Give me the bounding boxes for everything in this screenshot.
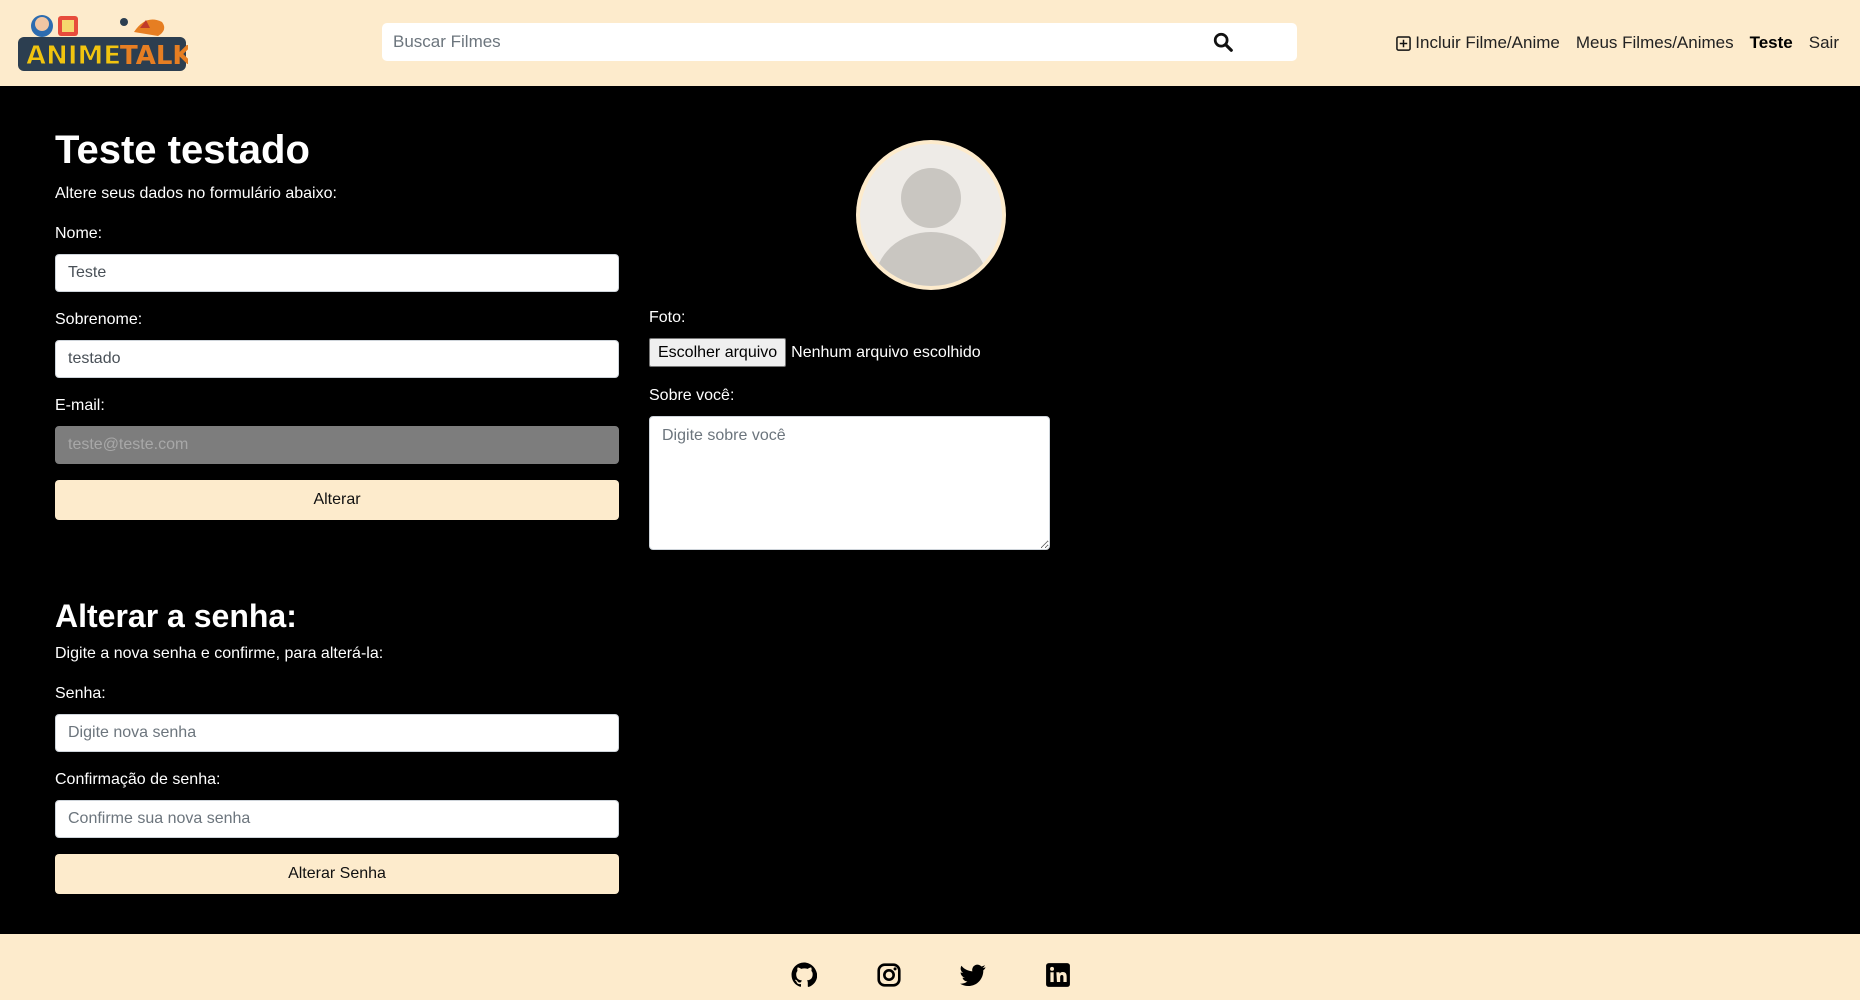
search-input[interactable] bbox=[382, 23, 1242, 61]
my-movies-link[interactable]: Meus Filmes/Animes bbox=[1576, 33, 1734, 53]
page-title: Teste testado bbox=[55, 128, 310, 172]
password-label: Senha: bbox=[55, 685, 106, 702]
new-password-field[interactable] bbox=[55, 714, 619, 752]
file-input: Escolher arquivo Nenhum arquivo escolhid… bbox=[649, 338, 981, 367]
nav-links: Incluir Filme/Anime Meus Filmes/Animes T… bbox=[1396, 30, 1839, 56]
default-user-icon bbox=[875, 168, 987, 286]
user-profile-link[interactable]: Teste bbox=[1750, 33, 1793, 53]
about-label: Sobre você: bbox=[649, 387, 735, 404]
surname-field[interactable] bbox=[55, 340, 619, 378]
about-field[interactable] bbox=[649, 416, 1050, 550]
update-profile-button[interactable]: Alterar bbox=[55, 480, 619, 520]
navbar: ANIME TALKS Incluir Filme/Anime Meus Fil… bbox=[0, 0, 1860, 86]
twitter-icon[interactable] bbox=[960, 962, 986, 988]
choose-file-button[interactable]: Escolher arquivo bbox=[649, 338, 787, 367]
email-field bbox=[55, 426, 619, 464]
change-password-button[interactable]: Alterar Senha bbox=[55, 854, 619, 894]
instagram-icon[interactable] bbox=[876, 962, 902, 988]
github-icon[interactable] bbox=[791, 962, 817, 988]
confirm-password-label: Confirmação de senha: bbox=[55, 771, 221, 788]
surname-label: Sobrenome: bbox=[55, 311, 143, 328]
photo-label: Foto: bbox=[649, 309, 686, 326]
footer bbox=[0, 934, 1860, 1000]
profile-subtitle: Altere seus dados no formulário abaixo: bbox=[55, 185, 337, 202]
password-section-title: Alterar a senha: bbox=[55, 598, 297, 634]
name-field[interactable] bbox=[55, 254, 619, 292]
search-icon[interactable] bbox=[1212, 31, 1234, 53]
plus-square-icon bbox=[1396, 35, 1412, 51]
add-movie-link[interactable]: Incluir Filme/Anime bbox=[1396, 33, 1560, 53]
confirm-password-field[interactable] bbox=[55, 800, 619, 838]
password-subtitle: Digite a nova senha e confirme, para alt… bbox=[55, 645, 384, 662]
search-box bbox=[382, 23, 1297, 61]
avatar bbox=[856, 140, 1006, 290]
email-label: E-mail: bbox=[55, 397, 105, 414]
file-status: Nenhum arquivo escolhido bbox=[791, 343, 981, 361]
logout-link[interactable]: Sair bbox=[1809, 33, 1839, 53]
linkedin-icon[interactable] bbox=[1045, 962, 1071, 988]
svg-text:ANIME: ANIME bbox=[26, 41, 121, 71]
animetalks-logo[interactable]: ANIME TALKS bbox=[16, 10, 211, 74]
name-label: Nome: bbox=[55, 225, 103, 242]
add-movie-label: Incluir Filme/Anime bbox=[1415, 33, 1560, 52]
svg-text:TALKS: TALKS bbox=[120, 41, 188, 71]
